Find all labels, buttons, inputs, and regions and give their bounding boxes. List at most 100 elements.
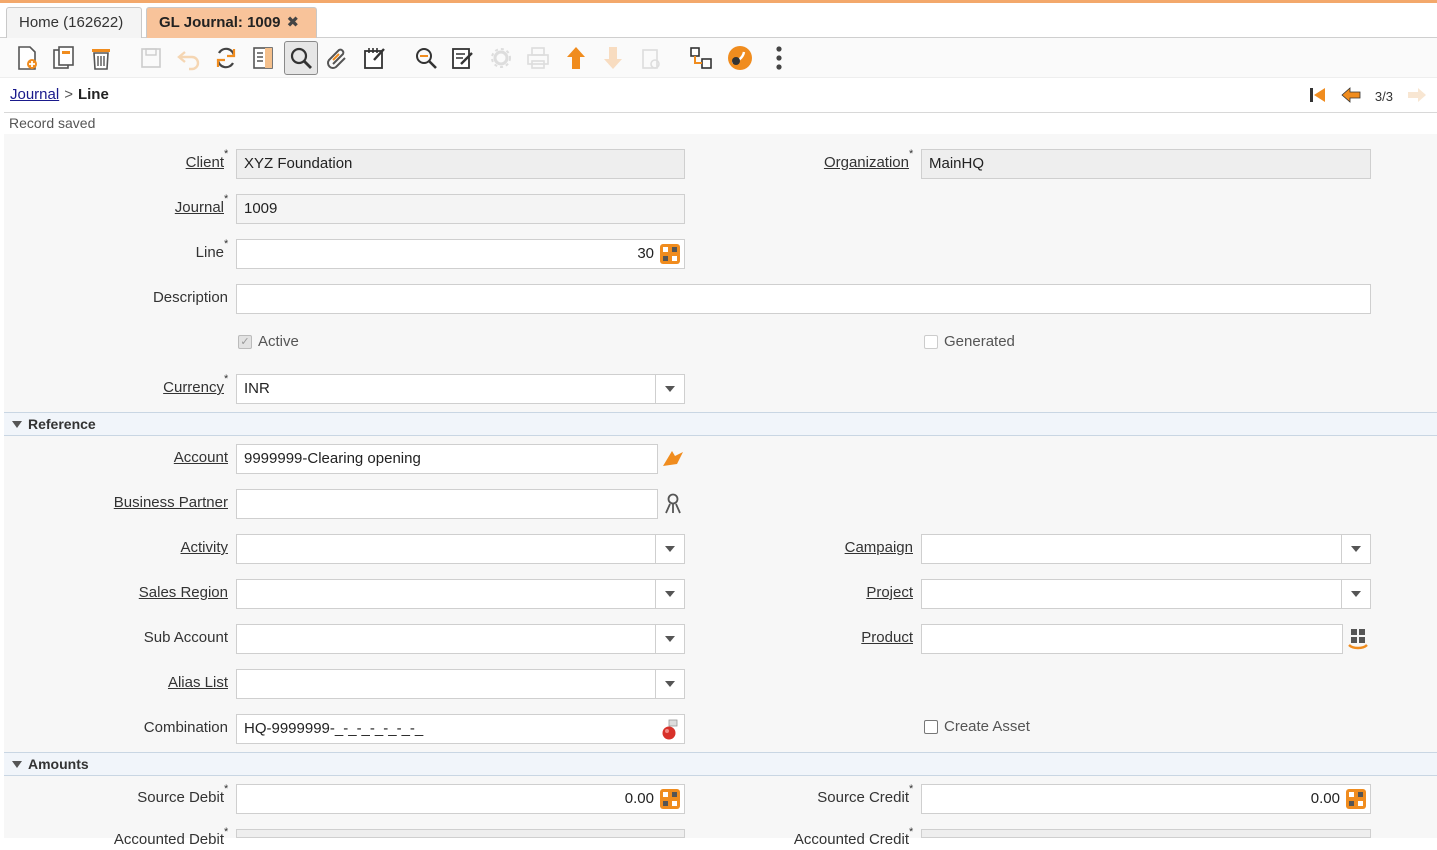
source-debit-label: Source Debit [137, 789, 224, 806]
tab-home[interactable]: Home (162622) [6, 7, 142, 39]
detail-record-icon[interactable] [246, 41, 280, 75]
previous-record-icon[interactable] [1341, 86, 1361, 106]
client-field[interactable]: XYZ Foundation [236, 149, 685, 179]
calculator-icon[interactable] [659, 788, 681, 810]
source-credit-value: 0.00 [1310, 790, 1340, 807]
status-divider [4, 112, 1437, 113]
chevron-down-icon[interactable] [655, 535, 684, 563]
required-marker: * [909, 148, 914, 160]
combination-field[interactable]: HQ-9999999-_-_-_-_-_-_-_ [236, 714, 685, 744]
required-marker: * [224, 373, 229, 385]
collapse-triangle-icon[interactable] [12, 421, 22, 428]
close-icon[interactable]: ✖ [286, 14, 299, 31]
campaign-select[interactable] [921, 534, 1371, 564]
create-asset-checkbox[interactable]: Create Asset [924, 718, 1030, 735]
alias-list-label[interactable]: Alias List [100, 673, 228, 693]
new-record-icon[interactable] [10, 41, 44, 75]
create-asset-check-box[interactable] [924, 719, 938, 734]
chevron-down-icon[interactable] [655, 375, 684, 403]
workflow-icon[interactable] [684, 41, 718, 75]
attachment-icon[interactable] [321, 41, 355, 75]
section-reference[interactable]: Reference [4, 412, 1437, 436]
product-lookup-icon[interactable] [1345, 625, 1371, 651]
journal-label[interactable]: Journal [100, 198, 224, 218]
product-field[interactable] [921, 624, 1343, 654]
breadcrumb-current: Line [77, 86, 109, 103]
tab-home-label: Home (162622) [19, 14, 124, 31]
chevron-down-icon[interactable] [1341, 535, 1370, 563]
project-select[interactable] [921, 579, 1371, 609]
note-icon[interactable] [358, 41, 392, 75]
process-icon[interactable] [484, 41, 518, 75]
alias-list-select[interactable] [236, 669, 685, 699]
section-reference-title: Reference [28, 416, 96, 432]
currency-label[interactable]: Currency [100, 378, 224, 398]
archive-icon[interactable] [634, 41, 668, 75]
business-partner-label[interactable]: Business Partner [100, 493, 228, 513]
journal-field[interactable]: 1009 [236, 194, 685, 224]
sub-account-select[interactable] [236, 624, 685, 654]
breadcrumb-journal-link[interactable]: Journal [10, 86, 59, 103]
save-icon[interactable] [134, 41, 168, 75]
breadcrumb-separator: > [64, 86, 73, 103]
post-icon[interactable] [446, 41, 480, 75]
generated-checkbox[interactable]: Generated [924, 333, 1015, 350]
line-field[interactable]: 30 [236, 239, 685, 269]
zoom-across-icon[interactable] [409, 41, 443, 75]
combination-lookup-icon[interactable] [659, 719, 681, 741]
section-amounts[interactable]: Amounts [4, 752, 1437, 776]
account-field[interactable]: 9999999-Clearing opening [236, 444, 658, 474]
account-lookup-icon[interactable] [660, 446, 686, 472]
chevron-down-icon[interactable] [655, 670, 684, 698]
project-label[interactable]: Project [780, 583, 913, 603]
active-check-box[interactable]: ✓ [238, 334, 252, 349]
accounted-debit-label: Accounted Debit [113, 831, 224, 848]
description-field[interactable] [236, 284, 1371, 314]
record-navigation: 3/3 [1309, 86, 1427, 106]
child-record-icon[interactable] [596, 41, 630, 75]
chevron-down-icon[interactable] [655, 625, 684, 653]
calculator-icon[interactable] [659, 243, 681, 265]
business-partner-field[interactable] [236, 489, 658, 519]
combination-value: HQ-9999999-_-_-_-_-_-_-_ [244, 720, 424, 737]
find-icon[interactable] [284, 41, 318, 75]
sales-region-label[interactable]: Sales Region [100, 583, 228, 603]
account-label[interactable]: Account [100, 448, 228, 468]
person-icon[interactable] [660, 491, 686, 517]
next-record-icon[interactable] [1407, 87, 1427, 106]
generated-check-box[interactable] [924, 334, 938, 349]
delete-icon[interactable] [84, 41, 118, 75]
sales-region-select[interactable] [236, 579, 685, 609]
chevron-down-icon[interactable] [1341, 580, 1370, 608]
quick-info-icon[interactable] [723, 41, 757, 75]
accounted-credit-field[interactable] [921, 829, 1371, 838]
active-checkbox[interactable]: ✓ Active [238, 333, 299, 350]
source-debit-field[interactable]: 0.00 [236, 784, 685, 814]
activity-select[interactable] [236, 534, 685, 564]
activity-label[interactable]: Activity [100, 538, 228, 558]
required-marker: * [224, 148, 229, 160]
more-icon[interactable] [762, 41, 796, 75]
record-position: 3/3 [1374, 88, 1393, 104]
tab-gl-journal[interactable]: GL Journal: 1009 ✖ [146, 7, 317, 39]
first-record-icon[interactable] [1309, 87, 1327, 106]
organization-field[interactable]: MainHQ [921, 149, 1371, 179]
required-marker: * [909, 783, 914, 795]
currency-select[interactable]: INR [236, 374, 685, 404]
parent-record-icon[interactable] [559, 41, 593, 75]
calculator-icon[interactable] [1345, 788, 1367, 810]
print-icon[interactable] [521, 41, 555, 75]
required-marker: * [224, 193, 229, 205]
source-credit-field[interactable]: 0.00 [921, 784, 1371, 814]
chevron-down-icon[interactable] [655, 580, 684, 608]
product-label[interactable]: Product [780, 628, 913, 648]
accounted-debit-field[interactable] [236, 829, 685, 838]
description-label: Description [152, 289, 228, 306]
collapse-triangle-icon[interactable] [12, 761, 22, 768]
campaign-label[interactable]: Campaign [780, 538, 913, 558]
undo-icon[interactable] [172, 41, 206, 75]
copy-record-icon[interactable] [47, 41, 81, 75]
refresh-icon[interactable] [209, 41, 243, 75]
client-label[interactable]: Client [100, 153, 224, 173]
organization-label[interactable]: Organization [780, 153, 909, 173]
